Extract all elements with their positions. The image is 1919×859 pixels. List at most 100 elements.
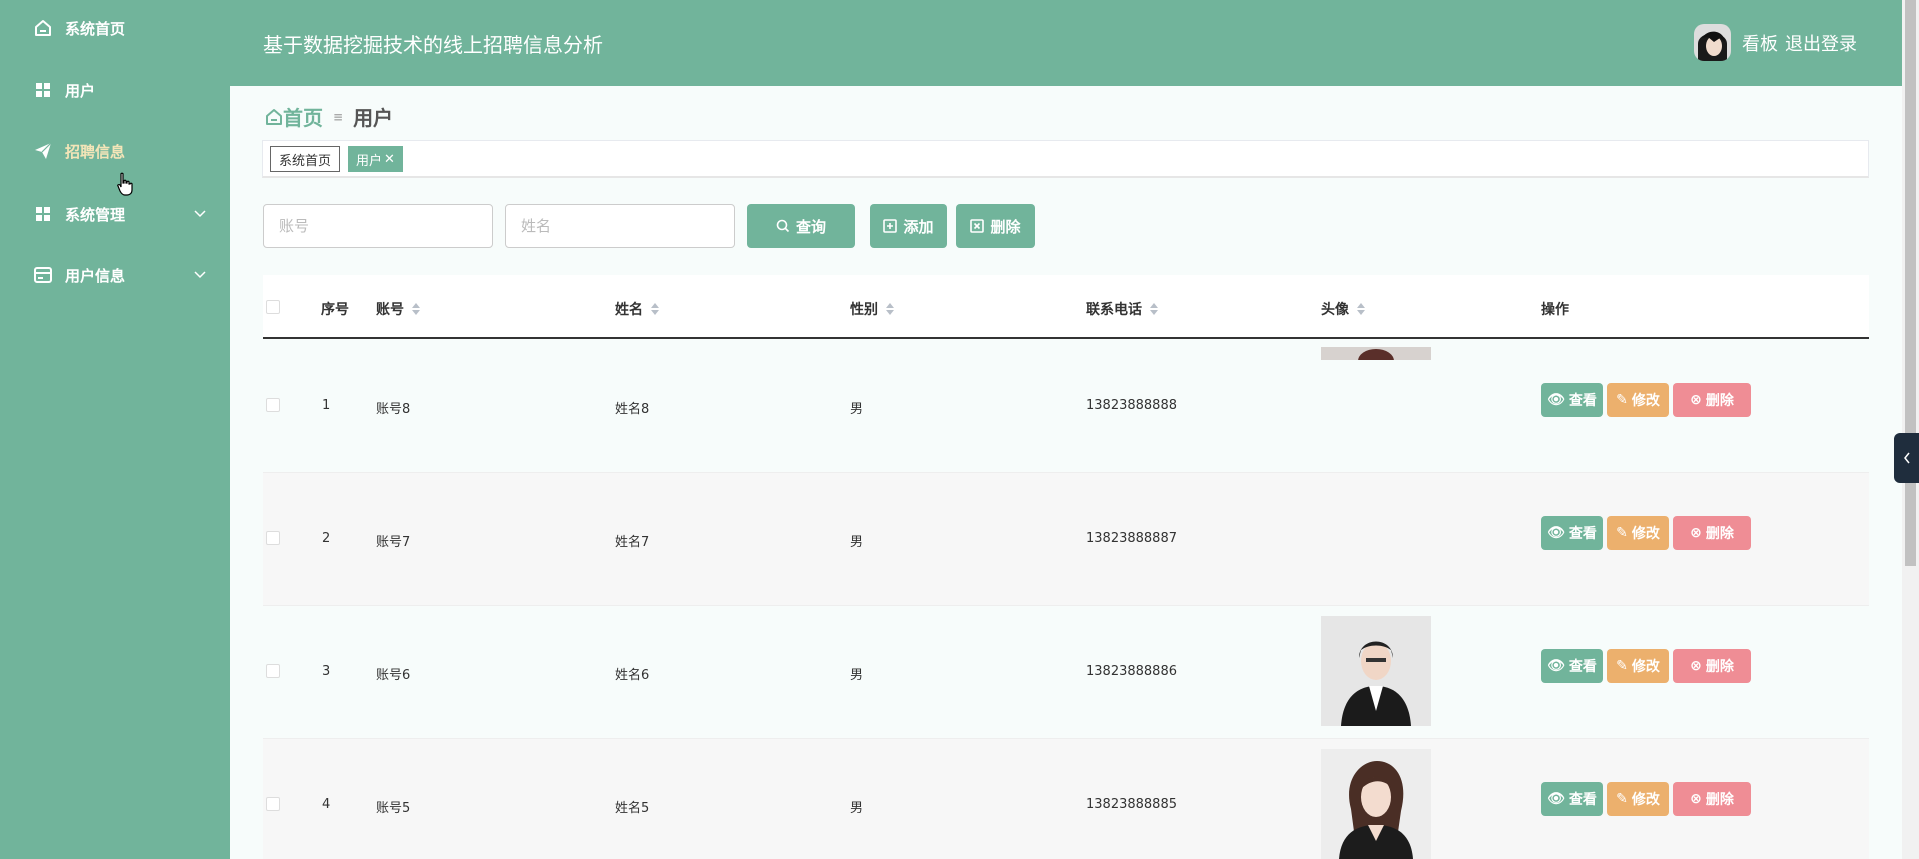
name-search-input[interactable] — [505, 204, 735, 248]
cell-index: 3 — [322, 664, 331, 679]
settings-drawer-toggle[interactable] — [1894, 433, 1919, 483]
cell-name: 姓名8 — [615, 402, 650, 417]
query-button[interactable]: 查询 — [747, 204, 855, 248]
close-circle-icon: ⊗ — [1690, 392, 1702, 408]
cell-index: 4 — [322, 797, 331, 812]
table-row: 2 账号7 姓名7 男 13823888887 👁 查看 ✎ 修改 ⊗ 删除 — [263, 473, 1869, 606]
edit-icon: ✎ — [1616, 392, 1628, 408]
view-button[interactable]: 👁 查看 — [1541, 782, 1603, 816]
avatar-thumbnail — [1321, 346, 1431, 360]
cell-phone: 13823888887 — [1086, 531, 1177, 546]
edit-button[interactable]: ✎ 修改 — [1607, 782, 1669, 816]
column-header[interactable]: 账号 — [376, 299, 420, 319]
grid-icon — [33, 204, 53, 224]
delete-button[interactable]: ⊗ 删除 — [1673, 649, 1751, 683]
table-row: 3 账号6 姓名6 男 13823888886 👁 查看 ✎ 修改 ⊗ 删除 — [263, 606, 1869, 739]
cell-account: 账号7 — [376, 535, 411, 550]
row-checkbox[interactable] — [266, 664, 280, 678]
sidebar-item-user-info[interactable]: 用户信息 — [0, 255, 230, 295]
chevron-down-icon — [194, 207, 208, 221]
delete-button[interactable]: ⊗ 删除 — [1673, 782, 1751, 816]
app-title: 基于数据挖掘技术的线上招聘信息分析 — [263, 33, 603, 57]
cell-gender: 男 — [850, 535, 864, 550]
avatar-thumbnail — [1321, 616, 1431, 726]
account-search-input[interactable] — [263, 204, 493, 248]
plus-square-icon — [883, 219, 898, 233]
tags-view: 系统首页 用户 ✕ — [262, 140, 1869, 178]
column-header[interactable]: 姓名 — [615, 299, 659, 319]
chevron-down-icon — [194, 268, 208, 282]
sort-icon — [651, 303, 659, 315]
delete-icon — [970, 219, 985, 233]
sidebar-item-recruitment[interactable]: 招聘信息 — [0, 131, 230, 171]
batch-delete-button[interactable]: 删除 — [956, 204, 1035, 248]
search-icon — [776, 219, 790, 233]
sidebar-item-home[interactable]: 系统首页 — [0, 8, 230, 48]
cell-name: 姓名7 — [615, 535, 650, 550]
breadcrumb-home[interactable]: 首页 — [265, 102, 323, 131]
card-icon — [33, 265, 53, 285]
tag-users[interactable]: 用户 ✕ — [348, 146, 403, 172]
table-row: 1 账号8 姓名8 男 13823888888 👁 查看 ✎ 修改 ⊗ 删除 — [263, 340, 1869, 473]
sidebar-item-label: 招聘信息 — [65, 142, 126, 161]
close-circle-icon: ⊗ — [1690, 658, 1702, 674]
column-header: 操作 — [1541, 302, 1569, 318]
delete-button[interactable]: ⊗ 删除 — [1673, 516, 1751, 550]
edit-icon: ✎ — [1616, 658, 1628, 674]
home-icon — [266, 108, 282, 125]
cell-gender: 男 — [850, 801, 864, 816]
chevron-left-icon — [1903, 452, 1910, 464]
sidebar-item-users[interactable]: 用户 — [0, 70, 230, 110]
breadcrumb: 首页 ≡ 用户 — [265, 102, 393, 131]
breadcrumb-current: 用户 — [353, 106, 394, 130]
column-header[interactable]: 性别 — [850, 299, 894, 319]
sidebar-item-system[interactable]: 系统管理 — [0, 194, 230, 234]
sort-icon — [1357, 303, 1365, 315]
eye-icon: 👁 — [1547, 525, 1565, 541]
cell-phone: 13823888886 — [1086, 664, 1177, 679]
edit-icon: ✎ — [1616, 791, 1628, 807]
eye-icon: 👁 — [1547, 791, 1565, 807]
close-circle-icon: ⊗ — [1690, 525, 1702, 541]
sidebar-item-label: 用户 — [65, 81, 96, 100]
cell-account: 账号8 — [376, 402, 411, 417]
view-button[interactable]: 👁 查看 — [1541, 383, 1603, 417]
logout-link[interactable]: 退出登录 — [1785, 30, 1857, 56]
column-header[interactable]: 头像 — [1321, 299, 1365, 319]
edit-button[interactable]: ✎ 修改 — [1607, 649, 1669, 683]
sidebar-item-label: 系统首页 — [65, 19, 126, 38]
view-button[interactable]: 👁 查看 — [1541, 649, 1603, 683]
grid-icon — [33, 80, 53, 100]
sidebar: 系统首页 用户 招聘信息 系统管理 用户信息 — [0, 0, 230, 859]
edit-button[interactable]: ✎ 修改 — [1607, 383, 1669, 417]
cell-index: 2 — [322, 531, 331, 546]
sort-icon — [886, 303, 894, 315]
row-checkbox[interactable] — [266, 398, 280, 412]
close-circle-icon: ⊗ — [1690, 791, 1702, 807]
cell-account: 账号6 — [376, 668, 411, 683]
eye-icon: 👁 — [1547, 392, 1565, 408]
add-button[interactable]: 添加 — [870, 204, 947, 248]
avatar[interactable] — [1694, 24, 1731, 61]
tag-home[interactable]: 系统首页 — [270, 146, 341, 172]
sort-icon — [1150, 303, 1158, 315]
view-button[interactable]: 👁 查看 — [1541, 516, 1603, 550]
avatar-thumbnail — [1321, 749, 1431, 859]
edit-icon: ✎ — [1616, 525, 1628, 541]
mouse-cursor-icon — [116, 172, 134, 200]
cell-name: 姓名6 — [615, 668, 650, 683]
column-header[interactable]: 联系电话 — [1086, 299, 1158, 319]
row-checkbox[interactable] — [266, 797, 280, 811]
eye-icon: 👁 — [1547, 658, 1565, 674]
top-header: 基于数据挖掘技术的线上招聘信息分析 看板 退出登录 — [230, 0, 1902, 86]
edit-button[interactable]: ✎ 修改 — [1607, 516, 1669, 550]
select-all-checkbox[interactable] — [266, 300, 280, 314]
cell-phone: 13823888888 — [1086, 398, 1177, 413]
sort-icon — [412, 303, 420, 315]
paper-plane-icon — [33, 141, 53, 161]
column-header: 序号 — [321, 302, 349, 318]
delete-button[interactable]: ⊗ 删除 — [1673, 383, 1751, 417]
close-icon[interactable]: ✕ — [384, 152, 395, 167]
dashboard-link[interactable]: 看板 — [1742, 30, 1778, 56]
row-checkbox[interactable] — [266, 531, 280, 545]
